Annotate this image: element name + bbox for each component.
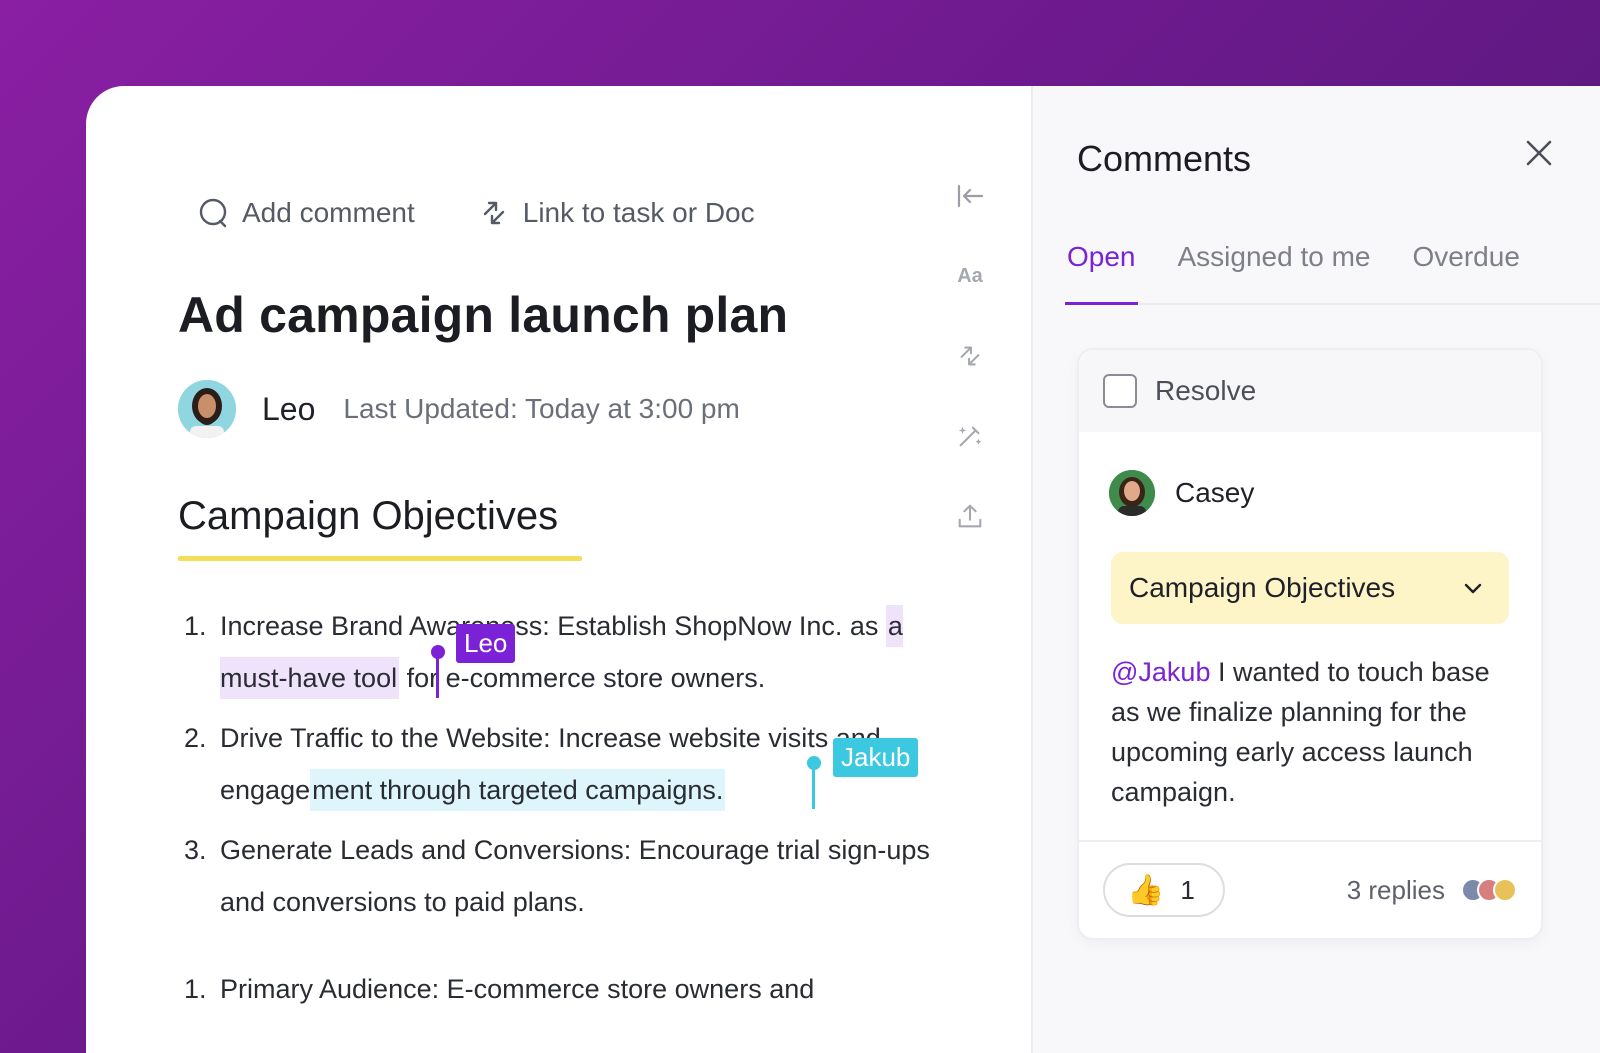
comment-card: Resolve Casey Campaign Objectives @Jakub… bbox=[1077, 348, 1543, 940]
mention-link[interactable]: @Jakub bbox=[1111, 657, 1210, 687]
comment-card-header: Resolve bbox=[1079, 350, 1541, 432]
list-item: 2. Drive Traffic to the Website: Increas… bbox=[184, 712, 944, 816]
document-pane: Add comment Link to task or Doc Ad campa… bbox=[86, 86, 1031, 1053]
doc-side-rail: Aa bbox=[952, 178, 988, 534]
reaction-count: 1 bbox=[1180, 874, 1195, 905]
collapse-left-icon[interactable] bbox=[952, 178, 988, 214]
tab-assigned-to-me[interactable]: Assigned to me bbox=[1176, 241, 1373, 289]
last-updated-value: Today at 3:00 pm bbox=[525, 393, 740, 424]
add-comment-button[interactable]: Add comment bbox=[196, 196, 415, 230]
last-updated-label: Last Updated: bbox=[343, 393, 518, 424]
app-window: Add comment Link to task or Doc Ad campa… bbox=[86, 86, 1600, 1053]
resolve-label: Resolve bbox=[1155, 375, 1257, 406]
link-task-label: Link to task or Doc bbox=[522, 197, 755, 228]
reply-avatars bbox=[1461, 878, 1517, 902]
list-text[interactable]: Increase Brand Awareness: Establish Shop… bbox=[220, 600, 944, 704]
resolve-checkbox[interactable] bbox=[1103, 374, 1137, 408]
list-text[interactable]: Primary Audience: E-commerce store owner… bbox=[220, 974, 814, 1005]
avatar bbox=[178, 380, 236, 438]
list-number: 3. bbox=[184, 835, 207, 865]
link-arrows-icon bbox=[483, 201, 504, 225]
tab-open[interactable]: Open bbox=[1065, 241, 1138, 305]
link-arrows-icon[interactable] bbox=[952, 338, 988, 374]
objectives-list: 1. Increase Brand Awareness: Establish S… bbox=[184, 600, 944, 936]
list-number: 1. bbox=[184, 611, 207, 641]
commenter-row: Casey bbox=[1079, 432, 1541, 516]
reference-chip[interactable]: Campaign Objectives bbox=[1111, 552, 1509, 624]
doc-toolbar: Add comment Link to task or Doc bbox=[196, 196, 755, 230]
heading-highlight bbox=[178, 556, 582, 561]
list-item: 3. Generate Leads and Conversions: Encou… bbox=[184, 824, 944, 928]
tab-overdue[interactable]: Overdue bbox=[1411, 241, 1522, 289]
author-name: Leo bbox=[262, 390, 316, 427]
jakub-cursor-line bbox=[812, 763, 815, 809]
leo-cursor-line bbox=[436, 652, 439, 698]
close-icon[interactable] bbox=[1524, 138, 1554, 168]
author-row: Leo Last Updated: Today at 3:00 pm bbox=[178, 380, 740, 438]
comment-icon bbox=[199, 198, 227, 228]
doc-title: Ad campaign launch plan bbox=[178, 287, 789, 343]
replies-link[interactable]: 3 replies bbox=[1347, 875, 1517, 906]
chevron-down-icon bbox=[1464, 583, 1482, 594]
leo-cursor-tag: Leo bbox=[456, 624, 516, 663]
selection-highlight[interactable]: ment through targeted campaigns. bbox=[310, 769, 726, 811]
list-number: 1. bbox=[184, 974, 207, 1004]
list-number: 2. bbox=[184, 723, 207, 753]
avatar bbox=[1493, 878, 1517, 902]
replies-count: 3 replies bbox=[1346, 874, 1445, 905]
comment-body: @Jakub I wanted to touch base as we fina… bbox=[1079, 624, 1541, 812]
jakub-cursor-tag: Jakub bbox=[833, 738, 919, 777]
list-text[interactable]: Generate Leads and Conversions: Encourag… bbox=[220, 824, 944, 928]
add-comment-label: Add comment bbox=[242, 197, 415, 228]
audience-item: 1. Primary Audience: E-commerce store ow… bbox=[184, 974, 814, 1005]
comments-title: Comments bbox=[1077, 138, 1252, 179]
list-item: 1. Increase Brand Awareness: Establish S… bbox=[184, 600, 944, 704]
section-heading: Campaign Objectives bbox=[178, 494, 559, 538]
comment-tabs: Open Assigned to me Overdue bbox=[1065, 241, 1600, 305]
link-task-button[interactable]: Link to task or Doc bbox=[477, 196, 755, 230]
text-format-icon[interactable]: Aa bbox=[952, 258, 988, 294]
text-span: for e-commerce store owners. bbox=[399, 663, 766, 693]
comments-panel: Comments Open Assigned to me Overdue Res… bbox=[1031, 86, 1600, 1053]
text-span: Increase Brand Awareness: Establish Shop… bbox=[220, 611, 886, 641]
upload-icon[interactable] bbox=[952, 498, 988, 534]
comment-card-footer: 👍 1 3 replies bbox=[1079, 840, 1541, 938]
avatar bbox=[1109, 470, 1155, 516]
reference-label: Campaign Objectives bbox=[1129, 572, 1396, 603]
thumbs-up-icon: 👍 bbox=[1127, 873, 1165, 907]
reaction-button[interactable]: 👍 1 bbox=[1103, 863, 1225, 917]
last-updated: Last Updated: Today at 3:00 pm bbox=[343, 393, 739, 425]
magic-wand-icon[interactable] bbox=[952, 418, 988, 454]
commenter-name: Casey bbox=[1175, 477, 1255, 508]
